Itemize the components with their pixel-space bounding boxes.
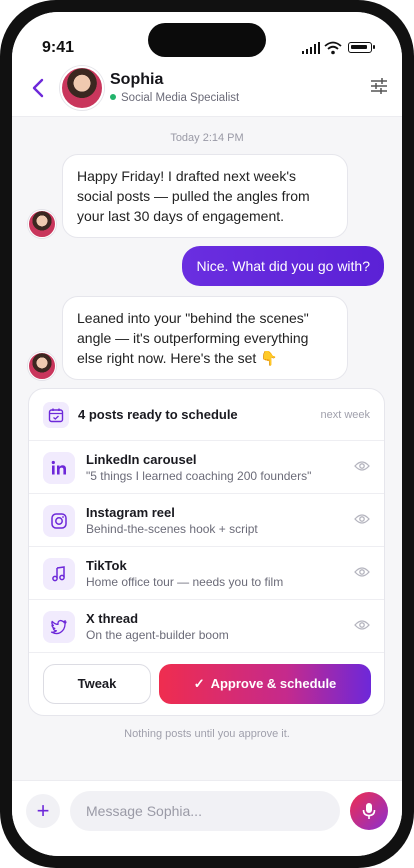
status-time: 9:41 — [42, 39, 75, 56]
post-row[interactable]: Instagram reel Behind-the-scenes hook + … — [29, 493, 384, 547]
instagram-icon — [43, 505, 75, 537]
contact-role: Social Media Specialist — [110, 92, 239, 104]
post-title: LinkedIn carousel — [86, 452, 197, 467]
tiktok-icon — [43, 558, 75, 590]
online-indicator — [110, 94, 116, 100]
wifi-icon — [324, 41, 342, 55]
calendar-icon — [43, 402, 69, 428]
card-title: 4 posts ready to schedule — [78, 407, 238, 422]
back-chevron-icon[interactable] — [28, 76, 50, 100]
eye-icon[interactable] — [354, 619, 370, 631]
post-title: Instagram reel — [86, 505, 175, 520]
schedule-card: 4 posts ready to schedule next week Link… — [28, 388, 385, 716]
post-subtitle: Home office tour — needs you to film — [86, 575, 284, 589]
dynamic-island — [148, 23, 266, 57]
composer-bar: + — [12, 780, 402, 856]
approve-schedule-button[interactable]: ✓ Approve & schedule — [159, 664, 371, 704]
chat-header: Sophia Social Media Specialist — [12, 66, 402, 117]
approve-label: Approve & schedule — [210, 676, 337, 691]
avatar — [28, 352, 56, 380]
post-row[interactable]: X thread On the agent-builder boom — [29, 599, 384, 653]
tweak-button[interactable]: Tweak — [43, 664, 151, 704]
message-user: Nice. What did you go with? — [182, 246, 384, 286]
eye-icon[interactable] — [354, 513, 370, 525]
day-label: Today 2:14 PM — [170, 132, 244, 144]
add-attachment-button[interactable]: + — [26, 794, 60, 828]
battery-icon — [348, 42, 375, 53]
post-title: X thread — [86, 611, 139, 626]
check-icon: ✓ — [193, 676, 205, 691]
eye-icon[interactable] — [354, 566, 370, 578]
status-bar: 9:41 — [12, 12, 402, 68]
post-subtitle: "5 things I learned coaching 200 founder… — [86, 469, 312, 483]
device-frame: 9:41 Sophia Social Media Specialist Toda… — [0, 0, 414, 868]
microphone-icon — [362, 803, 376, 819]
twitter-icon — [43, 611, 75, 643]
screen: 9:41 Sophia Social Media Specialist Toda… — [12, 12, 402, 856]
contact-role-text: Social Media Specialist — [121, 92, 240, 104]
message-agent: Happy Friday! I drafted next week's soci… — [62, 154, 348, 238]
card-meta: next week — [320, 409, 370, 421]
linkedin-icon — [43, 452, 75, 484]
message-input[interactable] — [70, 791, 340, 831]
post-subtitle: Behind-the-scenes hook + script — [86, 522, 258, 536]
avatar[interactable] — [60, 66, 104, 110]
card-header: 4 posts ready to schedule next week — [29, 389, 384, 441]
approval-note: Nothing posts until you approve it. — [124, 728, 290, 740]
post-subtitle: On the agent-builder boom — [86, 628, 229, 642]
avatar — [28, 210, 56, 238]
post-title: TikTok — [86, 558, 127, 573]
chat-area: Today 2:14 PM Happy Friday! I drafted ne… — [12, 117, 402, 782]
message-agent: Leaned into your "behind the scenes" ang… — [62, 296, 348, 380]
settings-sliders-icon[interactable] — [369, 76, 389, 96]
eye-icon[interactable] — [354, 460, 370, 472]
signal-icon — [302, 42, 320, 54]
contact-name: Sophia — [110, 71, 164, 88]
post-row[interactable]: TikTok Home office tour — needs you to f… — [29, 546, 384, 600]
microphone-button[interactable] — [350, 792, 388, 830]
post-row[interactable]: LinkedIn carousel "5 things I learned co… — [29, 440, 384, 494]
